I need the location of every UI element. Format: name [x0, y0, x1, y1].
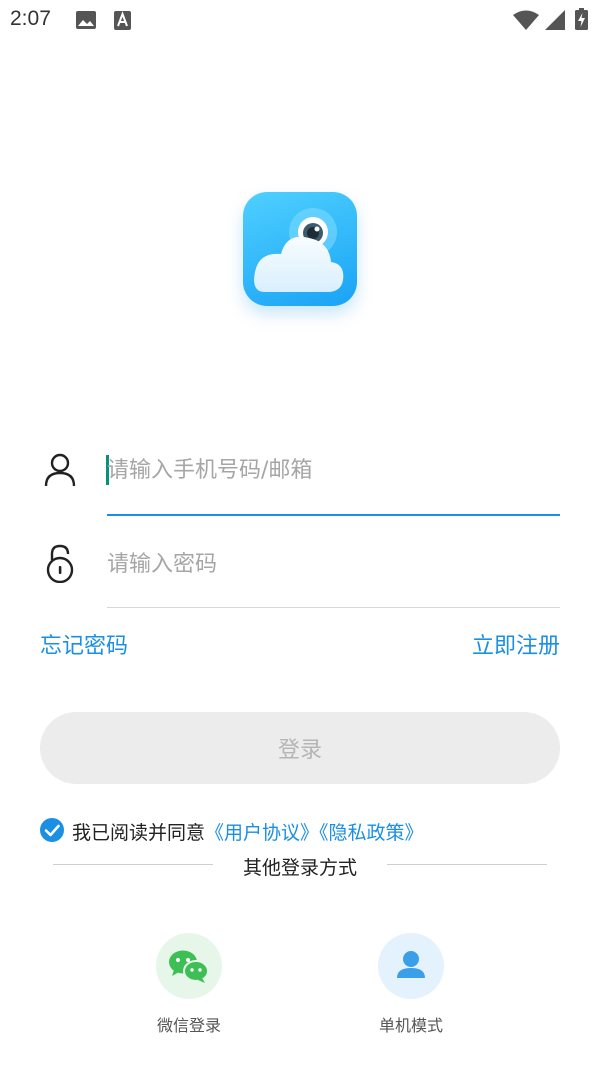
cloud-camera-logo-icon	[254, 208, 344, 292]
wechat-login-label: 微信登录	[156, 1016, 221, 1035]
login-button[interactable]: 登录	[40, 712, 560, 784]
user-icon	[44, 453, 76, 487]
wechat-login-button[interactable]	[156, 933, 222, 999]
forgot-password-link[interactable]: 忘记密码	[40, 628, 128, 660]
lock-icon	[46, 544, 74, 583]
wifi-icon	[513, 10, 539, 30]
other-login-title: 其他登录方式	[242, 857, 357, 879]
agreement-prefix: 我已阅读并同意	[72, 822, 206, 844]
cell-signal-icon	[545, 10, 565, 30]
password-input[interactable]	[107, 546, 559, 582]
phone-email-input[interactable]	[107, 452, 559, 488]
password-input-underline	[107, 607, 560, 608]
register-link[interactable]: 立即注册	[472, 628, 560, 660]
agreement-checkbox[interactable]	[40, 818, 64, 842]
status-bar: 2:07	[0, 0, 600, 40]
image-icon	[76, 11, 96, 29]
offline-mode-button[interactable]	[378, 933, 444, 999]
privacy-policy-link[interactable]: 《隐私政策》	[319, 822, 424, 844]
phone-input-underline	[107, 514, 560, 516]
user-agreement-link[interactable]: 《用户协议》	[205, 822, 319, 844]
checkmark-icon	[44, 824, 60, 837]
wechat-icon	[169, 950, 209, 983]
user-icon	[397, 951, 425, 978]
offline-mode-label: 单机模式	[378, 1016, 443, 1035]
app-logo	[243, 192, 357, 306]
agreement-text: 我已阅读并同意《用户协议》《隐私政策》	[72, 818, 424, 845]
text-a-icon	[114, 11, 131, 30]
status-time: 2:07	[10, 7, 51, 30]
battery-charging-icon	[575, 8, 588, 30]
